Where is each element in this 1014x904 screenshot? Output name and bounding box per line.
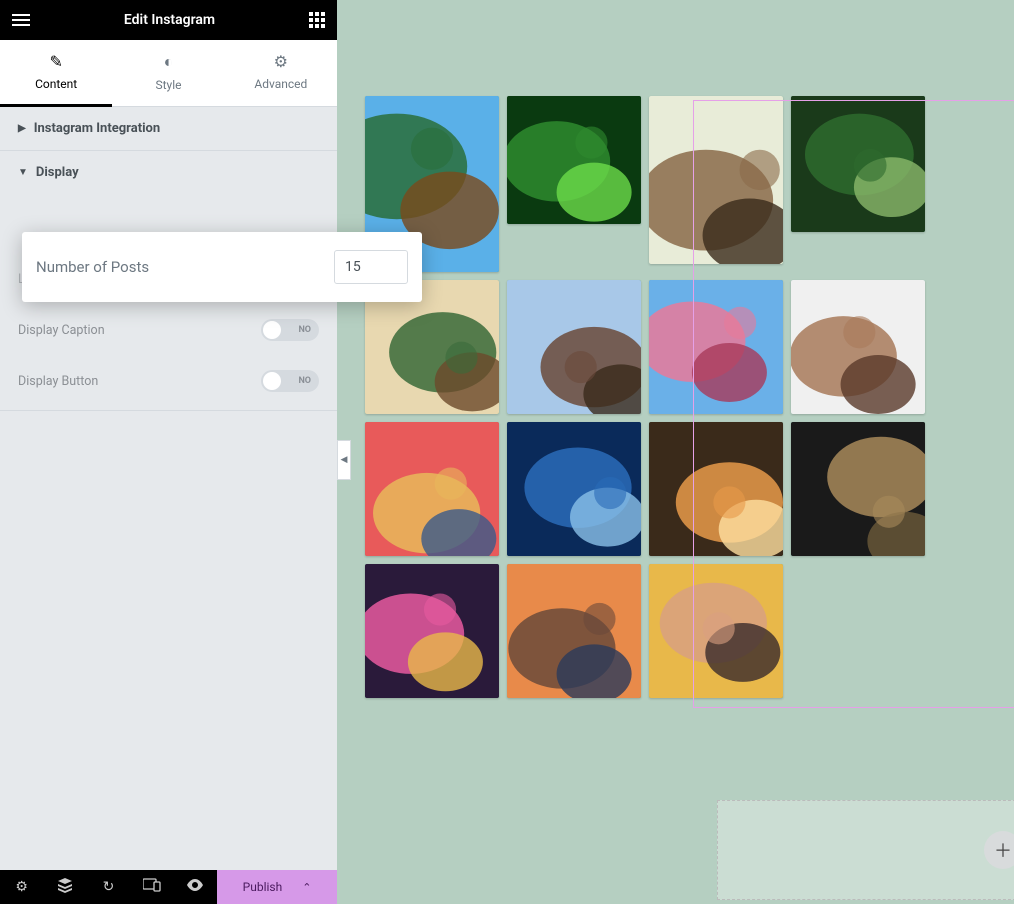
drop-zone[interactable]: ＋ [717, 800, 1014, 900]
menu-icon[interactable] [12, 14, 30, 26]
tab-label: Content [35, 77, 77, 91]
responsive-icon[interactable] [130, 878, 173, 896]
grid-tile[interactable] [507, 564, 641, 698]
grid-tile[interactable] [791, 422, 925, 556]
editor-sidebar: Edit Instagram ✎ Content ◐ Style ⚙ Advan… [0, 0, 337, 904]
grid-tile[interactable] [507, 422, 641, 556]
chevron-up-icon: ⌃ [302, 881, 311, 894]
editor-canvas[interactable]: ＋ [337, 0, 1014, 904]
instagram-grid [365, 96, 1005, 698]
grid-tile[interactable] [365, 564, 499, 698]
grid-tile[interactable] [791, 280, 925, 414]
contrast-icon: ◐ [112, 52, 224, 72]
grid-tile[interactable] [649, 280, 783, 414]
tab-content[interactable]: ✎ Content [0, 40, 112, 106]
grid-tile[interactable] [649, 96, 783, 264]
pencil-icon: ✎ [0, 52, 112, 71]
caret-down-icon: ▼ [18, 167, 28, 178]
tab-advanced[interactable]: ⚙ Advanced [225, 40, 337, 106]
tab-style[interactable]: ◐ Style [112, 40, 224, 106]
navigator-icon[interactable] [43, 877, 86, 897]
toggle-caption[interactable]: NO [261, 319, 319, 341]
editor-tabs: ✎ Content ◐ Style ⚙ Advanced [0, 40, 337, 107]
history-icon[interactable]: ↻ [87, 879, 130, 895]
grid-tile[interactable] [791, 96, 925, 232]
sidebar-header: Edit Instagram [0, 0, 337, 40]
control-button: Display Button NO [0, 360, 337, 410]
section-title: Display [36, 165, 79, 180]
publish-button[interactable]: Publish ⌃ [217, 870, 337, 904]
control-label: Display Caption [18, 323, 105, 338]
grid-tile[interactable] [365, 422, 499, 556]
sidebar-footer: ⚙ ↻ Publish ⌃ [0, 870, 337, 904]
apps-icon[interactable] [309, 12, 325, 28]
settings-icon[interactable]: ⚙ [0, 879, 43, 895]
toggle-button[interactable]: NO [261, 370, 319, 392]
panel-title: Edit Instagram [124, 12, 215, 28]
tab-label: Style [155, 78, 181, 92]
section-toggle-display[interactable]: ▼ Display [0, 151, 337, 194]
section-title: Instagram Integration [34, 121, 160, 136]
control-label: Display Button [18, 374, 98, 389]
posts-label: Number of Posts [36, 258, 149, 276]
grid-tile[interactable] [507, 96, 641, 224]
popover-number-of-posts: Number of Posts [22, 232, 422, 302]
caret-right-icon: ▶ [18, 123, 26, 134]
preview-icon[interactable] [174, 879, 217, 895]
section-integration: ▶ Instagram Integration [0, 107, 337, 151]
tab-label: Advanced [254, 77, 307, 91]
gear-icon: ⚙ [225, 52, 337, 71]
add-section-button[interactable]: ＋ [984, 831, 1014, 869]
grid-tile[interactable] [649, 422, 783, 556]
posts-input[interactable] [334, 250, 408, 284]
grid-tile[interactable] [649, 564, 783, 698]
panel-body: ▶ Instagram Integration ▼ Display Link P… [0, 107, 337, 870]
section-toggle-integration[interactable]: ▶ Instagram Integration [0, 107, 337, 150]
grid-tile[interactable] [507, 280, 641, 414]
control-caption: Display Caption NO [0, 309, 337, 360]
